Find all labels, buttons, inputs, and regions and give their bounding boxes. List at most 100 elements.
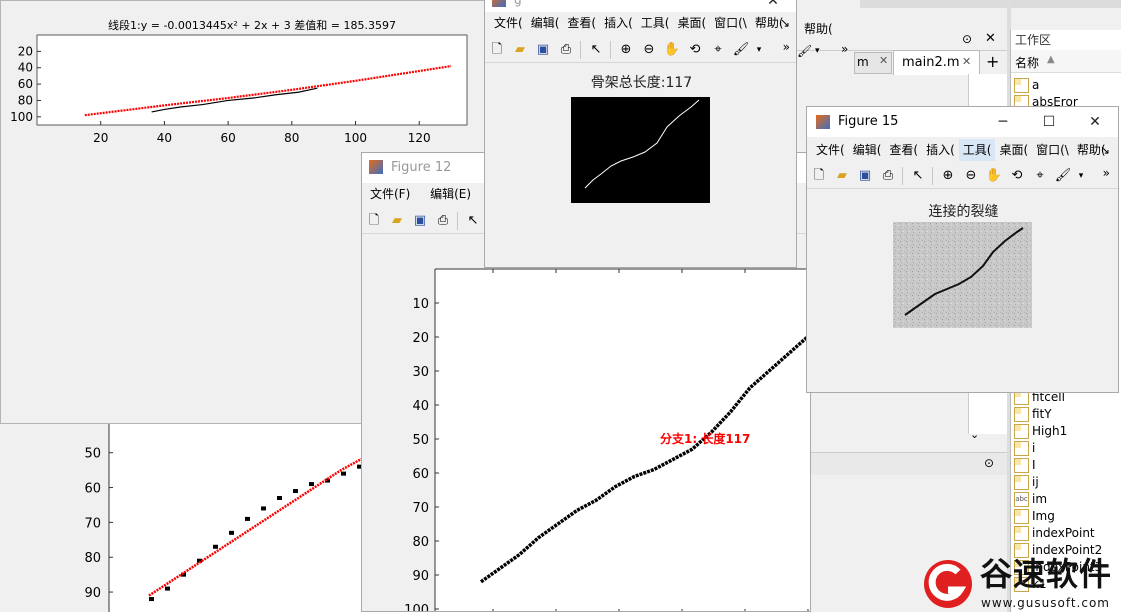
menu-window[interactable]: 窗口(\: [1032, 139, 1073, 161]
pointer-icon[interactable]: ↖: [587, 41, 605, 59]
menu-edit[interactable]: 编辑(: [849, 139, 886, 161]
zoom-in-icon[interactable]: ⊕: [939, 167, 957, 185]
brush-icon[interactable]: 🖌: [732, 41, 750, 59]
skeleton-image-background: [571, 97, 710, 203]
menu-tools[interactable]: 工具(: [958, 139, 996, 161]
x-tick-label: 100: [344, 131, 367, 145]
zoom-out-icon[interactable]: ⊖: [640, 41, 658, 59]
data-cursor-icon[interactable]: ⌖: [1031, 167, 1049, 185]
workspace-variable[interactable]: Img: [1011, 508, 1121, 525]
zoom-out-icon[interactable]: ⊖: [962, 167, 980, 185]
workspace-variable[interactable]: I: [1011, 457, 1121, 474]
workspace-variable-name: fitY: [1032, 407, 1052, 421]
dropdown-icon[interactable]: ▾: [815, 46, 820, 56]
minimize-icon[interactable]: ─: [980, 107, 1026, 137]
crack-title: 连接的裂缝: [928, 204, 999, 220]
fit-plot: 线段1:y = -0.0013445x² + 2x + 3 差值和 = 185.…: [10, 18, 468, 145]
open-icon[interactable]: ▰: [388, 212, 406, 230]
close-icon[interactable]: ✕: [985, 31, 996, 46]
y-tick-label: 70: [412, 501, 429, 516]
maximize-icon[interactable]: ☐: [1026, 107, 1072, 137]
brand-name: 谷速软件: [980, 555, 1113, 593]
zoom-in-icon[interactable]: ⊕: [617, 41, 635, 59]
menu-file[interactable]: 文件(: [812, 139, 849, 161]
pointer-icon[interactable]: ↖: [909, 167, 927, 185]
new-figure-icon[interactable]: 🗋: [365, 212, 383, 230]
save-icon[interactable]: ▣: [534, 41, 552, 59]
editor-tab-main2[interactable]: main2.m ✕: [893, 50, 980, 75]
overflow-icon[interactable]: ↘: [1096, 139, 1114, 161]
x-tick-label: 40: [157, 131, 172, 145]
crack-point: [261, 506, 266, 511]
close-icon[interactable]: ✕: [879, 54, 888, 67]
editor-toolbar-fragment: 🖌 ▾ »: [797, 40, 857, 64]
workspace-variable[interactable]: High1: [1011, 423, 1121, 440]
open-icon[interactable]: ▰: [511, 41, 529, 59]
print-icon[interactable]: ⎙: [434, 212, 452, 230]
y-tick-label: 80: [84, 551, 101, 566]
toolbar-overflow-icon[interactable]: »: [1103, 166, 1110, 180]
menu-insert[interactable]: 插入(: [600, 12, 637, 34]
new-figure-icon[interactable]: 🗋: [488, 41, 506, 59]
y-tick-label: 40: [412, 399, 429, 414]
data-cursor-icon[interactable]: ⌖: [709, 41, 727, 59]
menu-view[interactable]: 查看(: [885, 139, 922, 161]
dropdown-icon[interactable]: ▾: [755, 41, 763, 59]
overflow-icon[interactable]: ↘: [776, 12, 794, 34]
pan-icon[interactable]: ✋: [663, 41, 681, 59]
sort-ascending-icon[interactable]: ▲: [1047, 54, 1055, 65]
toolbar-overflow-icon[interactable]: »: [783, 40, 790, 54]
close-icon[interactable]: ✕: [1072, 107, 1118, 137]
y-tick-label: 50: [412, 433, 429, 448]
workspace-variable[interactable]: fitY: [1011, 406, 1121, 423]
print-icon[interactable]: ⎙: [879, 167, 897, 185]
crack-point: [341, 471, 346, 476]
menu-file[interactable]: 文件(: [490, 12, 527, 34]
crack-point: [309, 482, 314, 487]
rotate-icon[interactable]: ⟲: [1008, 167, 1026, 185]
menu-file[interactable]: 文件(F): [366, 183, 414, 205]
matrix-variable-icon: [1014, 78, 1029, 93]
print-icon[interactable]: ⎙: [557, 41, 575, 59]
add-tab-icon[interactable]: +: [986, 52, 999, 71]
editor-tab-m[interactable]: m ✕: [854, 52, 892, 74]
menu-insert[interactable]: 插入(: [922, 139, 959, 161]
save-icon[interactable]: ▣: [411, 212, 429, 230]
brush-icon[interactable]: 🖌: [797, 44, 812, 58]
menu-desktop[interactable]: 桌面(: [673, 12, 710, 34]
name-column-header[interactable]: 名称: [1015, 54, 1039, 71]
workspace-variable-name: Img: [1032, 509, 1055, 523]
pan-icon[interactable]: ✋: [985, 167, 1003, 185]
close-icon[interactable]: ✕: [962, 55, 971, 68]
watermark: 谷速软件 www.gususoft.com: [918, 554, 1121, 612]
workspace-variable-name: a: [1032, 78, 1040, 92]
toolbar-overflow-icon[interactable]: »: [841, 42, 848, 56]
menu-edit[interactable]: 编辑(E): [426, 183, 475, 205]
y-tick-label: 40: [18, 61, 33, 75]
rotate-icon[interactable]: ⟲: [686, 41, 704, 59]
matrix-variable-icon: [1014, 458, 1029, 473]
workspace-variable[interactable]: a: [1011, 77, 1121, 94]
menu-tools[interactable]: 工具(: [637, 12, 674, 34]
menu-desktop[interactable]: 桌面(: [995, 139, 1032, 161]
menu-view[interactable]: 查看(: [563, 12, 600, 34]
brand-logo-icon: [924, 560, 972, 608]
dropdown-icon[interactable]: ▾: [1077, 167, 1085, 185]
menu-edit[interactable]: 编辑(: [527, 12, 564, 34]
workspace-variable[interactable]: ij: [1011, 474, 1121, 491]
pointer-icon[interactable]: ↖: [464, 212, 482, 230]
collapse-icon[interactable]: ⊙: [962, 32, 972, 46]
y-tick-label: 20: [412, 331, 429, 346]
save-icon[interactable]: ▣: [856, 167, 874, 185]
new-figure-icon[interactable]: 🗋: [810, 167, 828, 185]
workspace-variable[interactable]: i: [1011, 440, 1121, 457]
scroll-down-icon[interactable]: ⌄: [970, 428, 979, 441]
matlab-icon: [492, 0, 506, 7]
workspace-variable-name: im: [1032, 492, 1048, 506]
menu-window[interactable]: 窗口(\: [710, 12, 751, 34]
brush-icon[interactable]: 🖌: [1054, 167, 1072, 185]
open-icon[interactable]: ▰: [833, 167, 851, 185]
panel-collapse-icon[interactable]: ⊙: [984, 456, 994, 470]
workspace-variable[interactable]: abc im: [1011, 491, 1121, 508]
workspace-variable[interactable]: indexPoint: [1011, 525, 1121, 542]
